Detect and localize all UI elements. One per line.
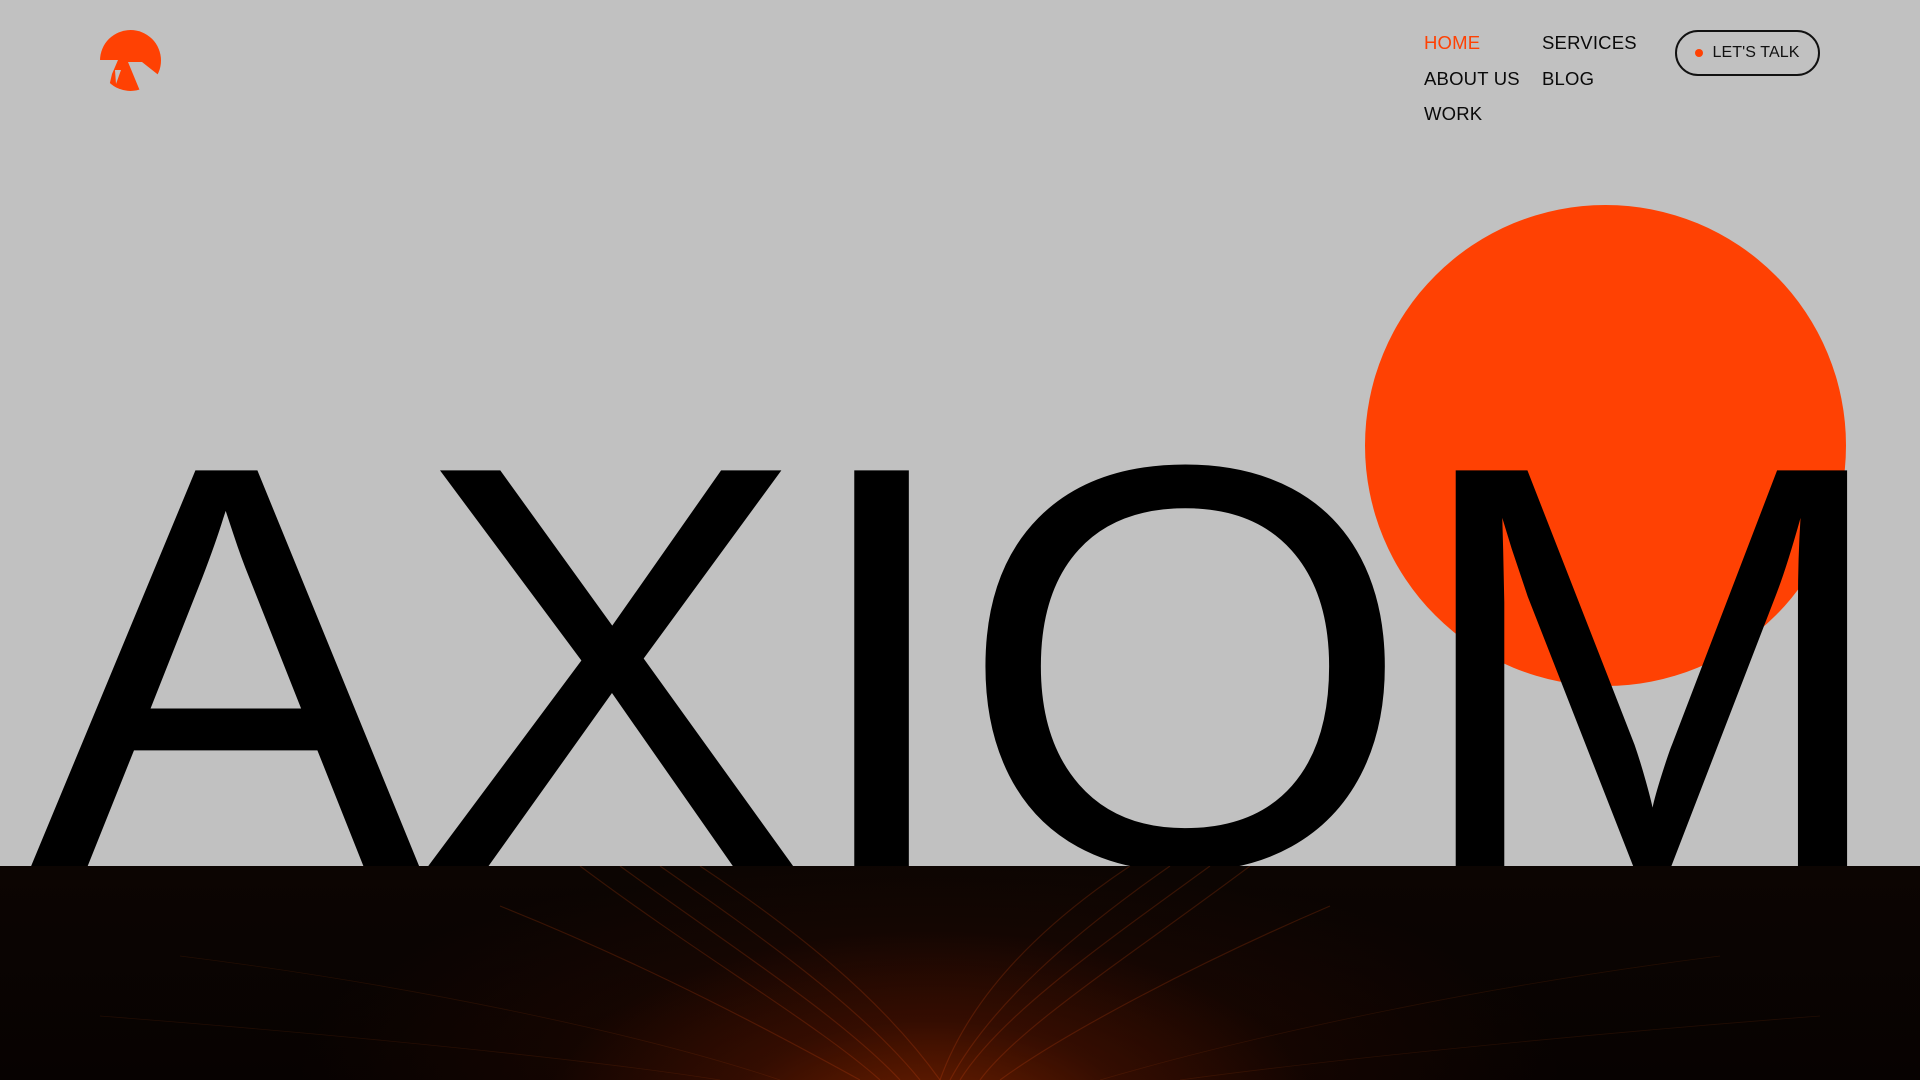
hero-image-band <box>0 866 1920 1080</box>
page: HOME SERVICES ABOUT US BLOG WORK LET'S T… <box>0 0 1920 1080</box>
glow-texture <box>99 866 1821 1080</box>
